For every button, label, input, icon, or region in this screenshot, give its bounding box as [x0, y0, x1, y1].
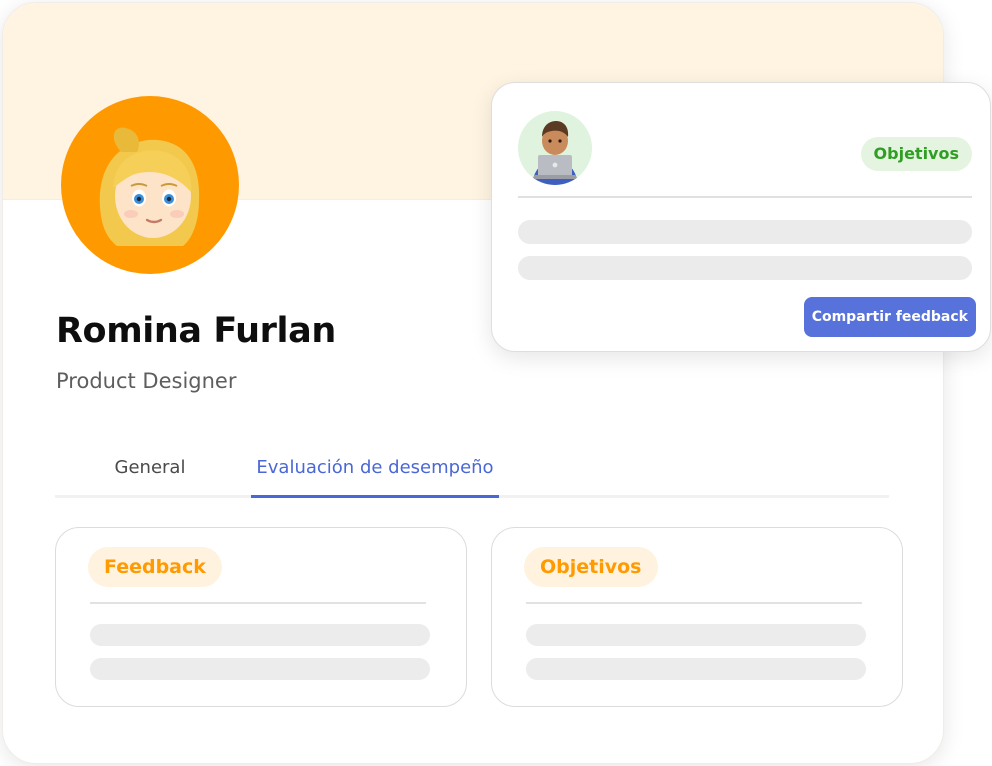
profile-role: Product Designer: [56, 369, 237, 393]
skeleton-line: [90, 658, 430, 680]
avatar: [518, 111, 592, 185]
divider: [518, 196, 972, 198]
feedback-panel: Feedback: [55, 527, 467, 707]
feedback-chip: Feedback: [88, 547, 222, 587]
share-feedback-button[interactable]: Compartir feedback: [803, 297, 976, 337]
skeleton-line: [90, 624, 430, 646]
objetivos-panel: Objetivos: [491, 527, 903, 707]
objetivos-chip: Objetivos: [524, 547, 658, 587]
man-with-laptop-emoji-icon: [532, 121, 578, 185]
objetivos-badge: Objetivos: [860, 137, 972, 171]
profile-tabs: General Evaluación de desempeño: [55, 443, 889, 498]
blonde-woman-emoji-icon: [99, 127, 200, 246]
skeleton-line: [526, 624, 866, 646]
divider: [90, 602, 426, 604]
divider: [526, 602, 862, 604]
avatar: [61, 96, 239, 274]
feedback-card: Objetivos Compartir feedback: [491, 82, 991, 352]
skeleton-line: [526, 658, 866, 680]
tab-general[interactable]: General: [55, 443, 245, 495]
skeleton-line: [518, 220, 972, 244]
skeleton-line: [518, 256, 972, 280]
tab-evaluacion-desempeno[interactable]: Evaluación de desempeño: [251, 443, 499, 498]
profile-name: Romina Furlan: [56, 311, 336, 351]
